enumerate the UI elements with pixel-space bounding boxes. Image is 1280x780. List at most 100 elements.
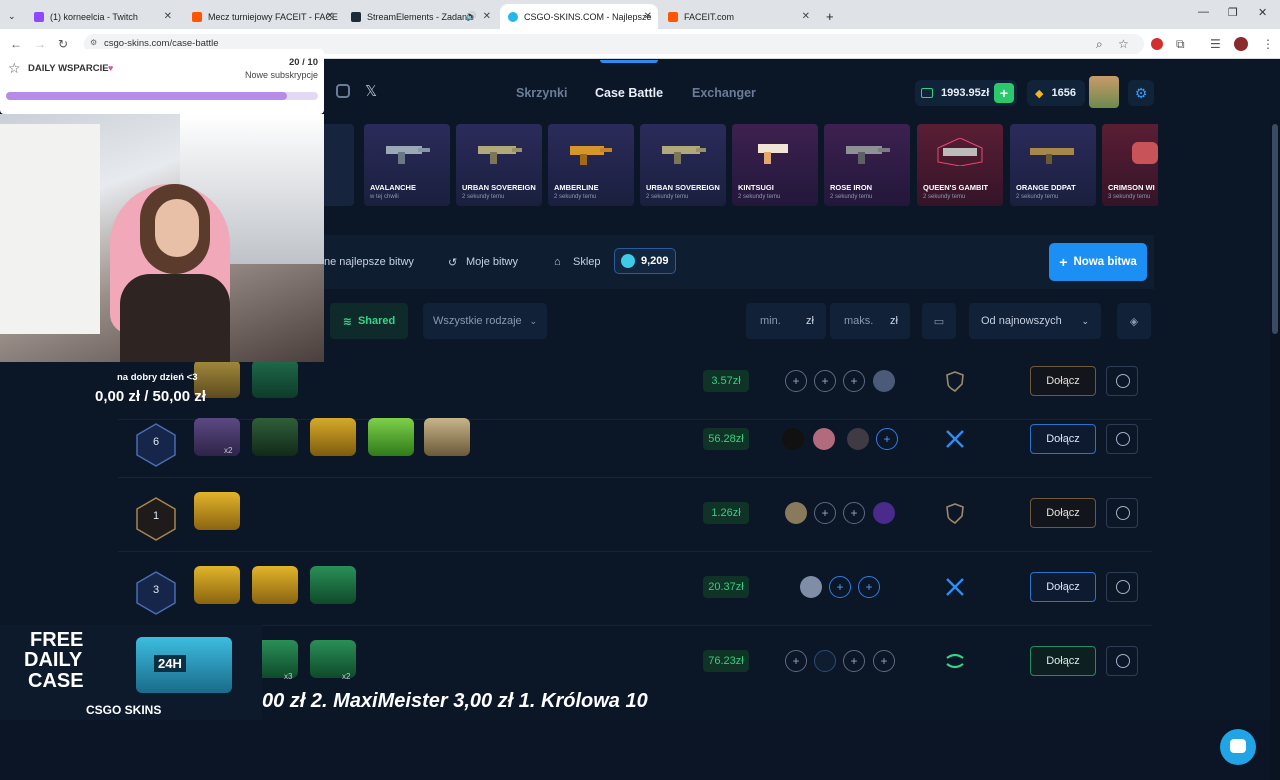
my-battles-link[interactable]: Moje bitwy — [466, 256, 518, 268]
x-twitter-icon[interactable]: 𝕏 — [365, 82, 377, 100]
empty-slot-button[interactable]: + — [876, 428, 898, 450]
battle-price: 56.28zł — [703, 428, 749, 450]
view-eye-button[interactable] — [1106, 572, 1138, 602]
best-battles-link[interactable]: ne najlepsze bitwy — [324, 256, 414, 268]
sub-goal-widget: ☆ DAILY WSPARCIE ♥ 20 / 10 Nowe subskryp… — [0, 49, 324, 114]
profile-avatar[interactable] — [1234, 37, 1248, 51]
nav-exchanger[interactable]: Exchanger — [692, 86, 756, 100]
extension-icon[interactable] — [1151, 38, 1163, 50]
drop-item[interactable]: AMBERLINE 2 sekundy temu — [548, 124, 634, 206]
nav-active-indicator — [600, 60, 658, 63]
close-icon[interactable]: ✕ — [483, 11, 491, 22]
player-avatar[interactable] — [800, 576, 822, 598]
min-price-input[interactable]: min. zł — [746, 303, 826, 339]
tab-faceit[interactable]: FACEIT.com ✕ — [660, 4, 816, 29]
settings-gear-icon[interactable]: ⚙ — [1128, 80, 1154, 106]
drop-item[interactable]: URBAN SOVEREIGN 2 sekundy temu — [640, 124, 726, 206]
close-icon[interactable]: ✕ — [802, 11, 810, 22]
join-button[interactable]: Dołącz — [1030, 424, 1096, 454]
restore-icon[interactable]: ❐ — [1228, 6, 1238, 19]
page-scrollbar[interactable] — [1270, 120, 1280, 780]
close-icon[interactable]: ✕ — [644, 11, 652, 22]
audio-icon[interactable]: 🔊 — [466, 11, 477, 22]
zoom-icon[interactable]: ⌕ — [1096, 37, 1103, 52]
chevron-down-icon: ⌄ — [529, 315, 537, 326]
instagram-icon[interactable] — [336, 84, 350, 98]
player-avatar[interactable] — [814, 650, 836, 672]
live-chat-button[interactable] — [1220, 729, 1256, 765]
close-icon[interactable]: ✕ — [164, 11, 172, 22]
faceit-icon — [668, 11, 678, 22]
tab-faceit-match[interactable]: Mecz turniejowy FACEIT - FACE ✕ — [184, 4, 340, 29]
empty-slot-button[interactable]: + — [858, 576, 880, 598]
drop-item[interactable]: QUEEN'S GAMBIT 2 sekundy temu — [917, 124, 1003, 206]
kind-dropdown[interactable]: Wszystkie rodzaje ⌄ — [423, 303, 547, 339]
empty-slot-button[interactable]: + — [873, 650, 895, 672]
empty-slot-button[interactable]: + — [814, 370, 836, 392]
view-eye-button[interactable] — [1106, 366, 1138, 396]
drop-item[interactable]: CRIMSON WI 3 sekundy temu — [1102, 124, 1158, 206]
weapon-image — [937, 138, 983, 166]
new-tab-button[interactable]: + — [818, 4, 838, 29]
extensions-puzzle-icon[interactable]: ⧉ — [1176, 37, 1185, 52]
join-button[interactable]: Dołącz — [1030, 572, 1096, 602]
tab-csgo-skins[interactable]: CSGO-SKINS.COM - Najlepsze ✕ — [500, 4, 658, 29]
view-eye-button[interactable] — [1106, 646, 1138, 676]
user-avatar[interactable] — [1089, 76, 1119, 108]
add-funds-button[interactable]: + — [994, 83, 1014, 103]
view-eye-button[interactable] — [1106, 424, 1138, 454]
join-button[interactable]: Dołącz — [1030, 366, 1096, 396]
shared-filter[interactable]: ≋ Shared — [330, 303, 408, 339]
tab-title: Mecz turniejowy FACEIT - FACE — [208, 11, 338, 22]
site-info-icon[interactable]: ⚙ — [90, 38, 97, 47]
player-avatar[interactable] — [847, 428, 869, 450]
tab-list-button[interactable]: ⌄ — [0, 4, 22, 29]
join-button[interactable]: Dołącz — [1030, 498, 1096, 528]
minimize-icon[interactable]: — — [1198, 6, 1209, 18]
join-button[interactable]: Dołącz — [1030, 646, 1096, 676]
weapon-image — [386, 146, 430, 164]
empty-slot-button[interactable]: + — [785, 650, 807, 672]
empty-slot-button[interactable]: + — [843, 502, 865, 524]
player-avatar[interactable] — [782, 428, 804, 450]
coin-icon: ◆ — [1035, 87, 1044, 100]
empty-slot-button[interactable]: + — [843, 650, 865, 672]
empty-slot-button[interactable]: + — [829, 576, 851, 598]
drop-item[interactable] — [324, 124, 354, 206]
player-avatar[interactable] — [785, 502, 807, 524]
player-avatar[interactable] — [813, 428, 835, 450]
window-close-icon[interactable]: ✕ — [1258, 6, 1267, 19]
gems-pill[interactable]: 9,209 — [614, 248, 676, 274]
empty-slot-button[interactable]: + — [843, 370, 865, 392]
bookmark-star-icon[interactable]: ☆ — [1118, 37, 1129, 51]
heart-icon: ♥ — [108, 63, 114, 73]
nav-skrzynki[interactable]: Skrzynki — [516, 86, 567, 100]
browser-menu-icon[interactable]: ⋮ — [1262, 37, 1274, 51]
coins-pill[interactable]: ◆ 1656 — [1027, 80, 1085, 106]
scrollbar-thumb[interactable] — [1272, 124, 1278, 334]
reading-list-icon[interactable]: ☰ — [1210, 37, 1221, 51]
drop-item[interactable]: ORANGE DDPAT 2 sekundy temu — [1010, 124, 1096, 206]
new-battle-button[interactable]: + Nowa bitwa — [1049, 243, 1147, 281]
drop-item[interactable]: KINTSUGI 2 sekundy temu — [732, 124, 818, 206]
view-eye-button[interactable] — [1106, 498, 1138, 528]
drop-item[interactable]: URBAN SOVEREIGN 2 sekundy temu — [456, 124, 542, 206]
tab-streamelements[interactable]: StreamElements - Zadanie 🔊 ✕ — [343, 4, 497, 29]
close-icon[interactable]: ✕ — [326, 11, 334, 22]
min-placeholder: min. — [760, 315, 781, 327]
clear-filters-button[interactable]: ◈ — [1117, 303, 1151, 339]
shop-link[interactable]: Sklep — [573, 256, 601, 268]
balance-pill[interactable]: 1993.95zł + — [915, 80, 1017, 106]
weapon-image — [846, 146, 890, 164]
player-avatar[interactable] — [873, 370, 895, 392]
empty-slot-button[interactable]: + — [785, 370, 807, 392]
tab-twitch[interactable]: (1) korneelcia - Twitch ✕ — [26, 4, 178, 29]
empty-slot-button[interactable]: + — [814, 502, 836, 524]
nav-case-battle[interactable]: Case Battle — [595, 86, 663, 100]
drop-item[interactable]: AVALANCHE w tej chwili — [364, 124, 450, 206]
max-price-input[interactable]: maks. zł — [830, 303, 910, 339]
player-avatar[interactable] — [873, 502, 895, 524]
drop-item[interactable]: ROSE IRON 2 sekundy temu — [824, 124, 910, 206]
calendar-filter[interactable]: ▭ — [922, 303, 956, 339]
sort-dropdown[interactable]: Od najnowszych ⌄ — [969, 303, 1101, 339]
